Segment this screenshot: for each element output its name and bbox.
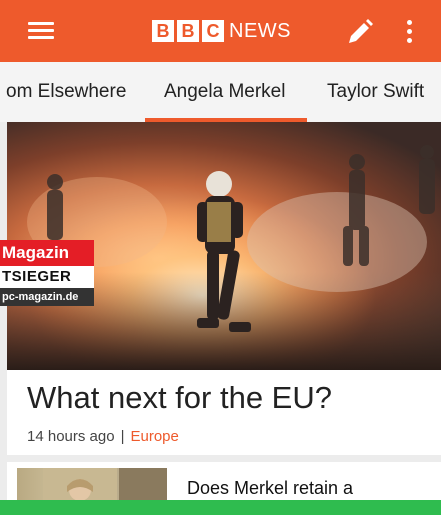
- topic-tabs: om Elsewhere Angela Merkel Taylor Swift: [0, 62, 441, 122]
- magazine-watermark: Magazin TSIEGER pc-magazin.de: [0, 240, 94, 306]
- pencil-icon[interactable]: [345, 17, 375, 47]
- article-timestamp: 14 hours ago: [27, 428, 115, 445]
- logo-news-word: NEWS: [229, 19, 291, 42]
- article-headline[interactable]: What next for the EU?: [27, 380, 332, 416]
- next-article-title[interactable]: Does Merkel retain a: [187, 478, 353, 499]
- article-meta: 14 hours ago | Europe: [27, 428, 179, 445]
- watermark-line-1: Magazin: [0, 240, 94, 266]
- watermark-line-3: pc-magazin.de: [0, 288, 94, 306]
- app-bar: B B C NEWS: [0, 0, 441, 62]
- meta-separator: |: [120, 428, 125, 445]
- tab-taylor-swift[interactable]: Taylor Swift: [327, 62, 424, 122]
- logo-letter: C: [202, 20, 224, 42]
- article-category-link[interactable]: Europe: [130, 428, 178, 445]
- tab-from-elsewhere[interactable]: om Elsewhere: [6, 62, 126, 122]
- bbc-news-logo: B B C NEWS: [152, 19, 291, 43]
- article-card[interactable]: What next for the EU? 14 hours ago | Europ…: [7, 370, 441, 455]
- logo-letter: B: [177, 20, 199, 42]
- hamburger-menu-icon[interactable]: [28, 22, 54, 40]
- watermark-line-2: TSIEGER: [0, 266, 94, 288]
- logo-letter: B: [152, 20, 174, 42]
- tab-angela-merkel[interactable]: Angela Merkel: [164, 62, 285, 122]
- bottom-green-bar: [0, 500, 441, 515]
- kebab-menu-icon[interactable]: [404, 18, 414, 46]
- app-screen: B B C NEWS om Elsewhere Angela Merkel Ta…: [0, 0, 441, 515]
